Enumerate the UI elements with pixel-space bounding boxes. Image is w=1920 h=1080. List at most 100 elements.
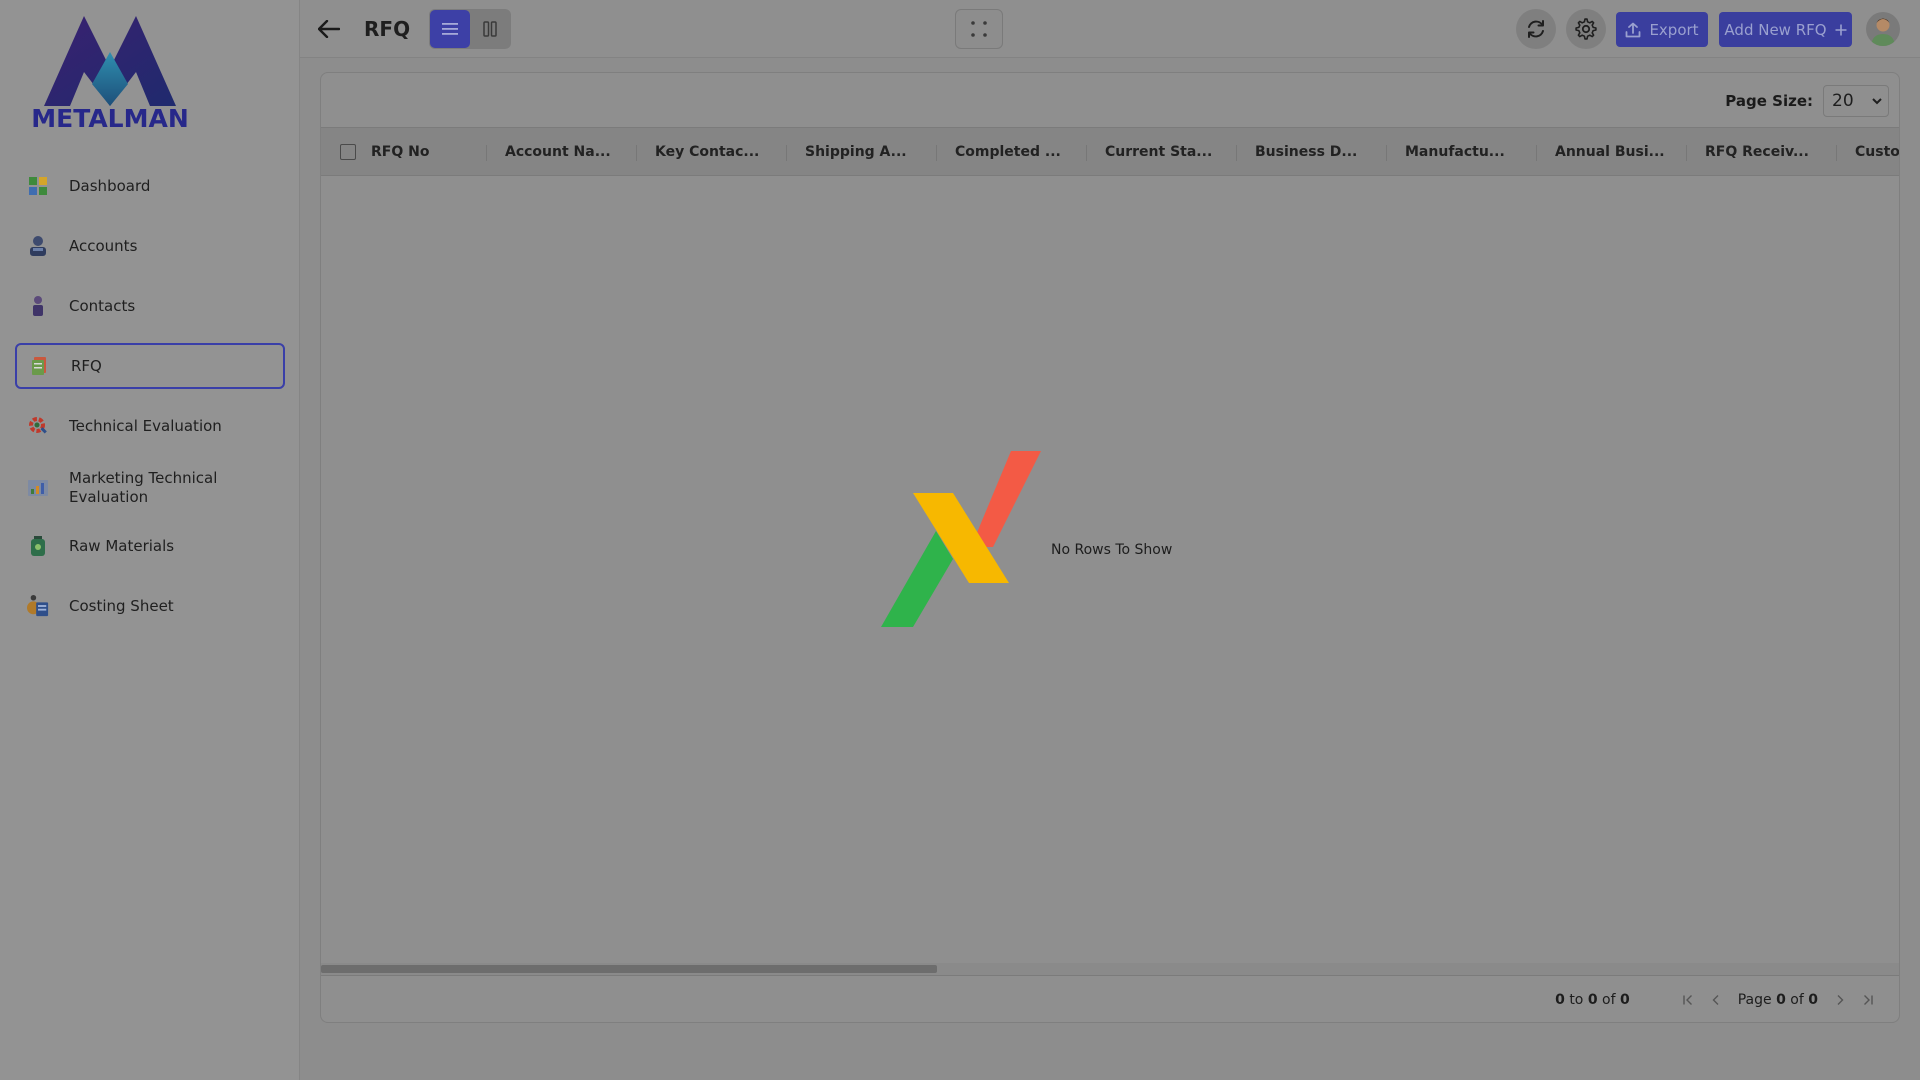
column-header-business-division[interactable]: Business D... xyxy=(1237,128,1387,175)
loading-logo-icon xyxy=(881,451,1041,627)
page-size-select[interactable]: 20 xyxy=(1823,85,1889,117)
column-header-label: Manufactu... xyxy=(1405,143,1505,160)
chevron-right-icon xyxy=(1837,995,1844,1005)
last-page-button[interactable] xyxy=(1859,991,1877,1009)
column-header-shipping-address[interactable]: Shipping A... xyxy=(787,128,937,175)
column-header-label: Key Contac... xyxy=(655,143,760,160)
export-label: Export xyxy=(1649,20,1699,39)
sidebar-item-dashboard[interactable]: Dashboard xyxy=(15,163,285,209)
back-arrow-icon[interactable] xyxy=(316,16,342,42)
sidebar-item-label: Accounts xyxy=(69,236,138,255)
column-header-label: Custom xyxy=(1855,143,1900,160)
column-header-current-stage[interactable]: Current Sta... xyxy=(1087,128,1237,175)
view-toggle xyxy=(429,9,511,49)
expand-icon xyxy=(971,21,987,37)
scrollbar-thumb[interactable] xyxy=(321,965,937,973)
sidebar-item-label: Raw Materials xyxy=(69,536,175,555)
select-all-checkbox[interactable] xyxy=(340,143,356,160)
dashboard-icon xyxy=(27,175,49,197)
user-avatar[interactable] xyxy=(1866,12,1900,46)
chevron-down-icon xyxy=(1872,97,1882,104)
sidebar-item-contacts[interactable]: Contacts xyxy=(15,283,285,329)
rfq-grid-card: Page Size: 20 RFQ No Account Na... Key C… xyxy=(320,72,1900,1023)
sidebar-nav: Dashboard Accounts Contacts RFQ Technica… xyxy=(15,163,285,643)
current-page: 0 xyxy=(1776,992,1786,1008)
row-summary: 0 to 0 of 0 xyxy=(1555,992,1630,1008)
list-view-button[interactable] xyxy=(430,10,470,48)
user-avatar-icon xyxy=(1871,18,1895,46)
column-header-label: Completed ... xyxy=(955,143,1061,160)
refresh-button[interactable] xyxy=(1516,9,1556,49)
column-header-completed[interactable]: Completed ... xyxy=(937,128,1087,175)
row-summary-total: 0 xyxy=(1619,992,1630,1008)
page-size-label: Page Size: xyxy=(1725,92,1813,110)
sidebar-item-label: RFQ xyxy=(71,356,102,375)
column-header-rfq-no[interactable]: RFQ No xyxy=(371,128,487,175)
add-new-rfq-label: Add New RFQ xyxy=(1724,20,1827,39)
sidebar-item-label: Marketing Technical Evaluation xyxy=(69,469,218,506)
marketing-chart-icon xyxy=(27,477,49,499)
page-size-control: Page Size: 20 xyxy=(1725,85,1889,117)
page-size-value: 20 xyxy=(1832,91,1854,111)
export-button[interactable]: Export xyxy=(1616,12,1708,47)
refresh-icon xyxy=(1528,20,1544,38)
column-header-manufacturing[interactable]: Manufactu... xyxy=(1387,128,1537,175)
brand-name: METALMAN xyxy=(31,104,189,133)
fullscreen-button[interactable] xyxy=(955,9,1003,49)
first-page-button[interactable] xyxy=(1679,991,1697,1009)
sidebar-item-label: Contacts xyxy=(69,296,136,315)
grid-footer: 0 to 0 of 0 Page 0 of 0 xyxy=(321,975,1899,1022)
settings-button[interactable] xyxy=(1566,9,1606,49)
column-header-rfq-received[interactable]: RFQ Receiv... xyxy=(1687,128,1837,175)
column-header-customer[interactable]: Custom xyxy=(1837,128,1900,175)
sidebar-item-rfq[interactable]: RFQ xyxy=(15,343,285,389)
first-page-icon xyxy=(1683,995,1692,1005)
grid-header-row: RFQ No Account Na... Key Contac... Shipp… xyxy=(321,127,1900,176)
page-title: RFQ xyxy=(364,17,411,41)
page-of-word: of xyxy=(1790,992,1804,1008)
add-new-rfq-button[interactable]: Add New RFQ xyxy=(1719,12,1852,47)
column-header-label: Account Na... xyxy=(505,143,611,160)
gear-icon xyxy=(1575,18,1597,40)
sidebar-item-accounts[interactable]: Accounts xyxy=(15,223,285,269)
kanban-view-button[interactable] xyxy=(470,10,510,48)
empty-state-message: No Rows To Show xyxy=(1051,542,1173,558)
row-summary-from: 0 xyxy=(1555,992,1565,1008)
accounts-icon xyxy=(27,235,49,257)
chevron-left-icon xyxy=(1712,995,1719,1005)
sidebar-item-technical-evaluation[interactable]: Technical Evaluation xyxy=(15,403,285,449)
column-header-account-name[interactable]: Account Na... xyxy=(487,128,637,175)
sidebar-item-costing-sheet[interactable]: Costing Sheet xyxy=(15,583,285,629)
sidebar-item-raw-materials[interactable]: Raw Materials xyxy=(15,523,285,569)
column-header-label: RFQ Receiv... xyxy=(1705,143,1809,160)
sidebar-item-marketing-technical-evaluation[interactable]: Marketing Technical Evaluation xyxy=(15,463,285,513)
sidebar-item-label: Dashboard xyxy=(69,176,151,195)
column-header-label: Business D... xyxy=(1255,143,1358,160)
costing-sheet-icon xyxy=(27,595,49,617)
column-header-annual-business[interactable]: Annual Busi... xyxy=(1537,128,1687,175)
column-header-key-contact[interactable]: Key Contac... xyxy=(637,128,787,175)
previous-page-button[interactable] xyxy=(1707,991,1725,1009)
columns-icon xyxy=(483,21,497,37)
total-pages: 0 xyxy=(1808,992,1818,1008)
horizontal-scrollbar[interactable] xyxy=(321,963,1899,975)
rfq-icon xyxy=(29,355,51,377)
plus-icon xyxy=(1835,24,1847,35)
page-indicator: Page 0 of 0 xyxy=(1738,992,1818,1008)
next-page-button[interactable] xyxy=(1831,991,1849,1009)
raw-materials-icon xyxy=(27,535,49,557)
last-page-icon xyxy=(1864,995,1873,1005)
column-header-label: Annual Busi... xyxy=(1555,143,1665,160)
top-bar: RFQ Export Add New RFQ xyxy=(300,0,1920,58)
contacts-icon xyxy=(27,295,49,317)
row-summary-to-word: to xyxy=(1569,992,1584,1008)
sidebar-item-label: Costing Sheet xyxy=(69,596,174,615)
technical-evaluation-icon xyxy=(27,415,49,437)
upload-icon xyxy=(1626,22,1641,37)
list-icon xyxy=(442,23,458,35)
grid-body xyxy=(321,176,1899,966)
page-word: Page xyxy=(1737,992,1772,1008)
row-summary-of-word: of xyxy=(1602,992,1616,1008)
column-header-label: Shipping A... xyxy=(805,143,907,160)
sidebar: METALMAN Dashboard Accounts Contacts RFQ xyxy=(0,0,300,1080)
